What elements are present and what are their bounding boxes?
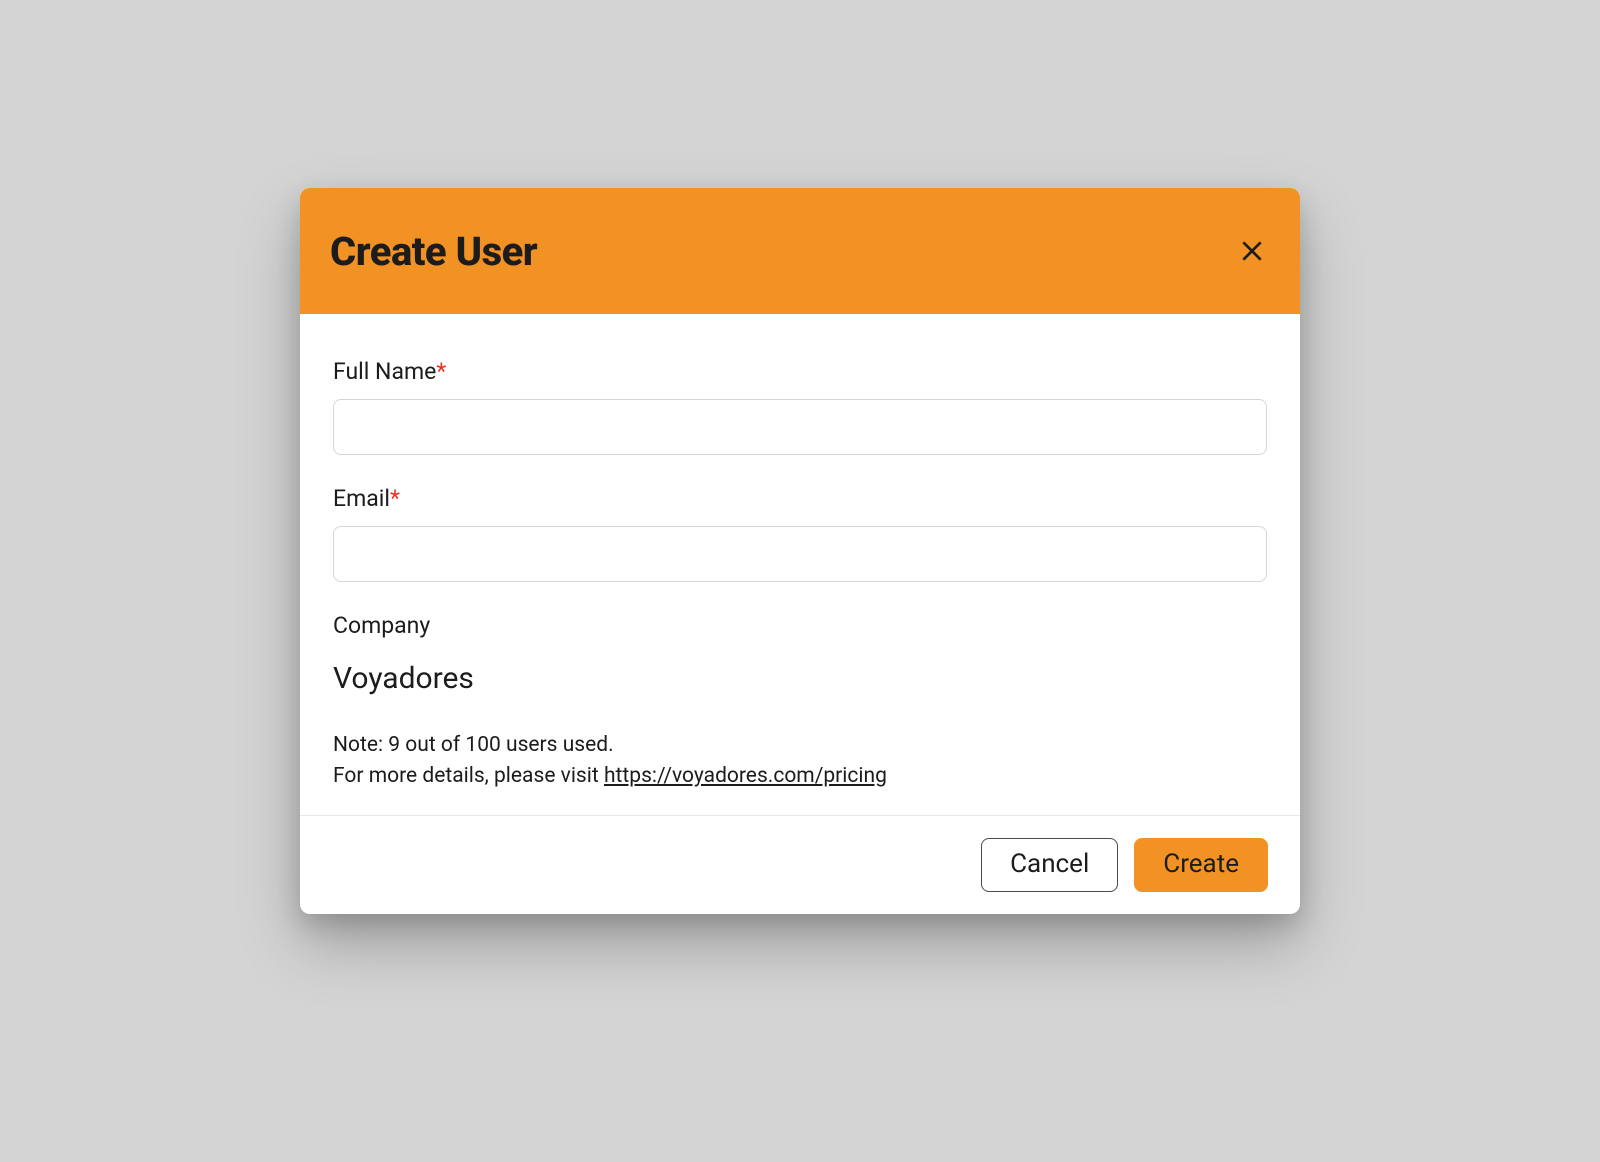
modal-header: Create User <box>300 188 1300 314</box>
full-name-field: Full Name* <box>333 358 1267 455</box>
pricing-link[interactable]: https://voyadores.com/pricing <box>604 764 887 788</box>
close-icon[interactable] <box>1234 233 1270 269</box>
company-field: Company Voyadores <box>333 612 1267 696</box>
create-user-modal: Create User Full Name* Email* Company Vo… <box>300 188 1300 913</box>
full-name-label-text: Full Name <box>333 358 436 385</box>
email-label-text: Email <box>333 485 390 512</box>
cancel-button[interactable]: Cancel <box>981 838 1118 891</box>
email-label: Email* <box>333 485 1267 512</box>
company-value: Voyadores <box>333 661 1267 696</box>
required-asterisk: * <box>436 358 446 385</box>
usage-note-line1: Note: 9 out of 100 users used. <box>333 730 1267 760</box>
create-button[interactable]: Create <box>1134 838 1268 891</box>
full-name-label: Full Name* <box>333 358 1267 385</box>
modal-body: Full Name* Email* Company Voyadores Note… <box>300 314 1300 815</box>
required-asterisk: * <box>390 485 400 512</box>
modal-footer: Cancel Create <box>300 815 1300 913</box>
email-input[interactable] <box>333 526 1267 582</box>
full-name-input[interactable] <box>333 399 1267 455</box>
usage-note-prefix: For more details, please visit <box>333 764 604 788</box>
usage-note: Note: 9 out of 100 users used. For more … <box>333 730 1267 791</box>
company-label: Company <box>333 612 1267 639</box>
modal-title: Create User <box>330 228 537 275</box>
usage-note-line2: For more details, please visit https://v… <box>333 761 1267 791</box>
email-field: Email* <box>333 485 1267 582</box>
